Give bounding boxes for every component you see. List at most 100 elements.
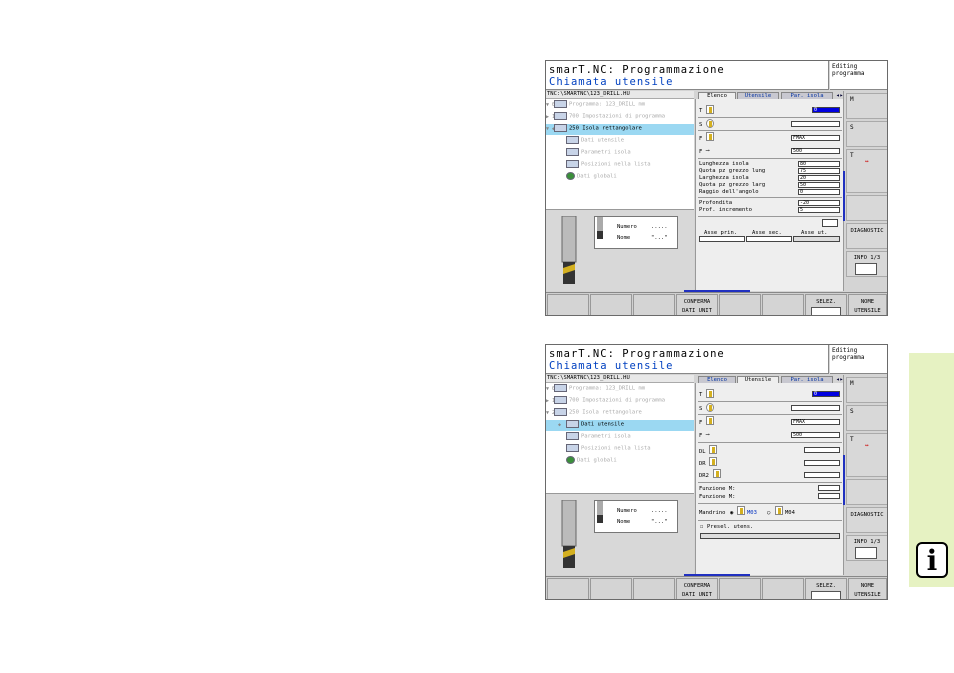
tree-item[interactable]: ▶ 1 700 Impostazioni di programma bbox=[546, 112, 694, 123]
tree-item-selected[interactable]: ◆ Dati utensile bbox=[546, 420, 694, 431]
tool-T-field[interactable]: 0 bbox=[812, 391, 840, 397]
tool-name-button[interactable]: NOME UTENSILE bbox=[848, 294, 887, 315]
field-value[interactable]: 5 bbox=[798, 207, 840, 213]
radio-m04[interactable]: ○ bbox=[767, 510, 770, 516]
m-button[interactable]: M bbox=[846, 377, 887, 403]
tree-item[interactable]: ▼ 0 Programma: 123_DRILL mm bbox=[546, 100, 694, 111]
m-function-field-1[interactable] bbox=[818, 485, 840, 491]
spindle-S-field[interactable] bbox=[791, 405, 840, 411]
tree-item[interactable]: Posizioni nella lista bbox=[566, 160, 694, 171]
settings-icon bbox=[554, 396, 567, 404]
radio-m03[interactable]: ◉ bbox=[730, 510, 733, 516]
softkey-empty[interactable] bbox=[719, 578, 761, 599]
axis-main-field[interactable] bbox=[699, 236, 745, 242]
softkey-empty[interactable] bbox=[590, 578, 632, 599]
spindle-S-field[interactable] bbox=[791, 121, 840, 127]
tool-number-value: ..... bbox=[651, 224, 668, 230]
feed-arrow-icon: ⟶ bbox=[706, 148, 710, 154]
presel-field[interactable] bbox=[700, 533, 840, 539]
m-function-label: Funzione M: bbox=[699, 486, 736, 492]
dr-field[interactable] bbox=[804, 460, 840, 466]
tool-name-value: "..." bbox=[651, 235, 668, 241]
tree-item[interactable]: Dati globali bbox=[566, 172, 694, 183]
confirm-unit-button[interactable]: CONFERMA DATI UNIT bbox=[676, 578, 718, 599]
softkey-empty[interactable] bbox=[762, 578, 804, 599]
m03-icon bbox=[737, 506, 745, 515]
field-label: Quota pz grezzo lung bbox=[699, 168, 766, 174]
tool-T-field[interactable]: 0 bbox=[812, 107, 840, 113]
tree-item[interactable]: Parametri isola bbox=[566, 432, 694, 443]
t-button[interactable]: T ↔ bbox=[846, 149, 887, 193]
axis-tool-field[interactable] bbox=[793, 236, 840, 242]
tool-number-value: ..... bbox=[651, 508, 668, 514]
field-label: Prof. incremento bbox=[699, 207, 752, 213]
select-button[interactable]: SELEZ. bbox=[805, 578, 847, 599]
dr-label: DR bbox=[699, 461, 706, 467]
diagnostic-button[interactable]: DIAGNOSTIC bbox=[846, 507, 887, 533]
feed-F-field[interactable]: FMAX bbox=[791, 135, 840, 141]
diagnostic-button[interactable]: DIAGNOSTIC bbox=[846, 223, 887, 249]
tool-icon bbox=[597, 217, 603, 239]
presel-checkbox[interactable]: ☐ bbox=[700, 524, 703, 530]
softkey-empty[interactable] bbox=[633, 578, 675, 599]
confirm-unit-button[interactable]: CONFERMA DATI UNIT bbox=[676, 294, 718, 315]
tool-info-box: Numero ..... Nome "..." bbox=[594, 216, 678, 249]
m-function-field-2[interactable] bbox=[818, 493, 840, 499]
softkey-empty[interactable] bbox=[547, 294, 589, 315]
s-button[interactable]: S bbox=[846, 121, 887, 147]
tool-name-value: "..." bbox=[651, 519, 668, 525]
softkey-empty[interactable] bbox=[547, 578, 589, 599]
program-icon bbox=[554, 100, 567, 108]
mode-line-2: programma bbox=[832, 70, 865, 77]
axes-icon[interactable] bbox=[822, 219, 838, 227]
tool-number-label: Numero bbox=[617, 224, 637, 230]
axis-sec-field[interactable] bbox=[746, 236, 792, 242]
feed-F-field[interactable]: FMAX bbox=[791, 419, 840, 425]
field-value[interactable]: -20 bbox=[798, 200, 840, 206]
field-value[interactable]: 20 bbox=[798, 175, 840, 181]
island-icon bbox=[554, 124, 567, 132]
feed-arrow-icon: ⟶ bbox=[706, 432, 710, 438]
dl-field[interactable] bbox=[804, 447, 840, 453]
tool-name-label: Nome bbox=[617, 519, 631, 525]
feed-F2-field[interactable]: 500 bbox=[791, 432, 840, 438]
tree-item[interactable]: Dati globali bbox=[566, 456, 694, 467]
info-button[interactable]: INFO 1/3 bbox=[846, 251, 887, 277]
tree-item[interactable]: Parametri isola bbox=[566, 148, 694, 159]
softkey-empty[interactable] bbox=[719, 294, 761, 315]
empty-side-key[interactable] bbox=[846, 479, 887, 505]
tree-item[interactable]: ▼ 2 250 Isola rettangolare bbox=[546, 408, 694, 419]
tree-item[interactable]: Posizioni nella lista bbox=[566, 444, 694, 455]
s-button[interactable]: S bbox=[846, 405, 887, 431]
dr2-field[interactable] bbox=[804, 472, 840, 478]
softkey-empty[interactable] bbox=[762, 294, 804, 315]
tool-preview: Numero ..... Nome "..." bbox=[546, 209, 694, 291]
field-value[interactable]: 80 bbox=[798, 161, 840, 167]
mode-line-2: programma bbox=[832, 354, 865, 361]
tree-item[interactable]: ▼ 0 Programma: 123_DRILL mm bbox=[546, 384, 694, 395]
globe-icon bbox=[566, 172, 575, 180]
field-value[interactable]: 50 bbox=[798, 182, 840, 188]
side-softkeys: M S T ↔ DIAGNOSTIC INFO 1/3 bbox=[843, 91, 887, 291]
tool-icon bbox=[566, 420, 579, 428]
app-title: smarT.NC: Programmazione bbox=[549, 64, 725, 76]
select-button[interactable]: SELEZ. bbox=[805, 294, 847, 315]
t-button[interactable]: T ↔ bbox=[846, 433, 887, 477]
empty-side-key[interactable] bbox=[846, 195, 887, 221]
softkey-empty[interactable] bbox=[590, 294, 632, 315]
form-panel: T 0 S F FMAX F ⟶ 500 DL DR DR2 Funzione M… bbox=[695, 383, 843, 575]
tool-name-button[interactable]: NOME UTENSILE bbox=[848, 578, 887, 599]
m-button[interactable]: M bbox=[846, 93, 887, 119]
feed-F2-field[interactable]: 500 bbox=[791, 148, 840, 154]
softkey-empty[interactable] bbox=[633, 294, 675, 315]
field-value[interactable]: 75 bbox=[798, 168, 840, 174]
tree-item-selected[interactable]: ▼ ◆ 250 Isola rettangolare bbox=[546, 124, 694, 135]
mode-indicator: Editing programma bbox=[830, 345, 887, 374]
file-path: TNC:\SMARTNC\123_DRILL.HU bbox=[546, 91, 694, 99]
spindle-icon bbox=[706, 119, 714, 128]
settings-icon bbox=[554, 112, 567, 120]
info-button[interactable]: INFO 1/3 bbox=[846, 535, 887, 561]
tree-item[interactable]: Dati utensile bbox=[566, 136, 694, 147]
tree-item[interactable]: ▶ 1 700 Impostazioni di programma bbox=[546, 396, 694, 407]
field-value[interactable]: 0 bbox=[798, 189, 840, 195]
